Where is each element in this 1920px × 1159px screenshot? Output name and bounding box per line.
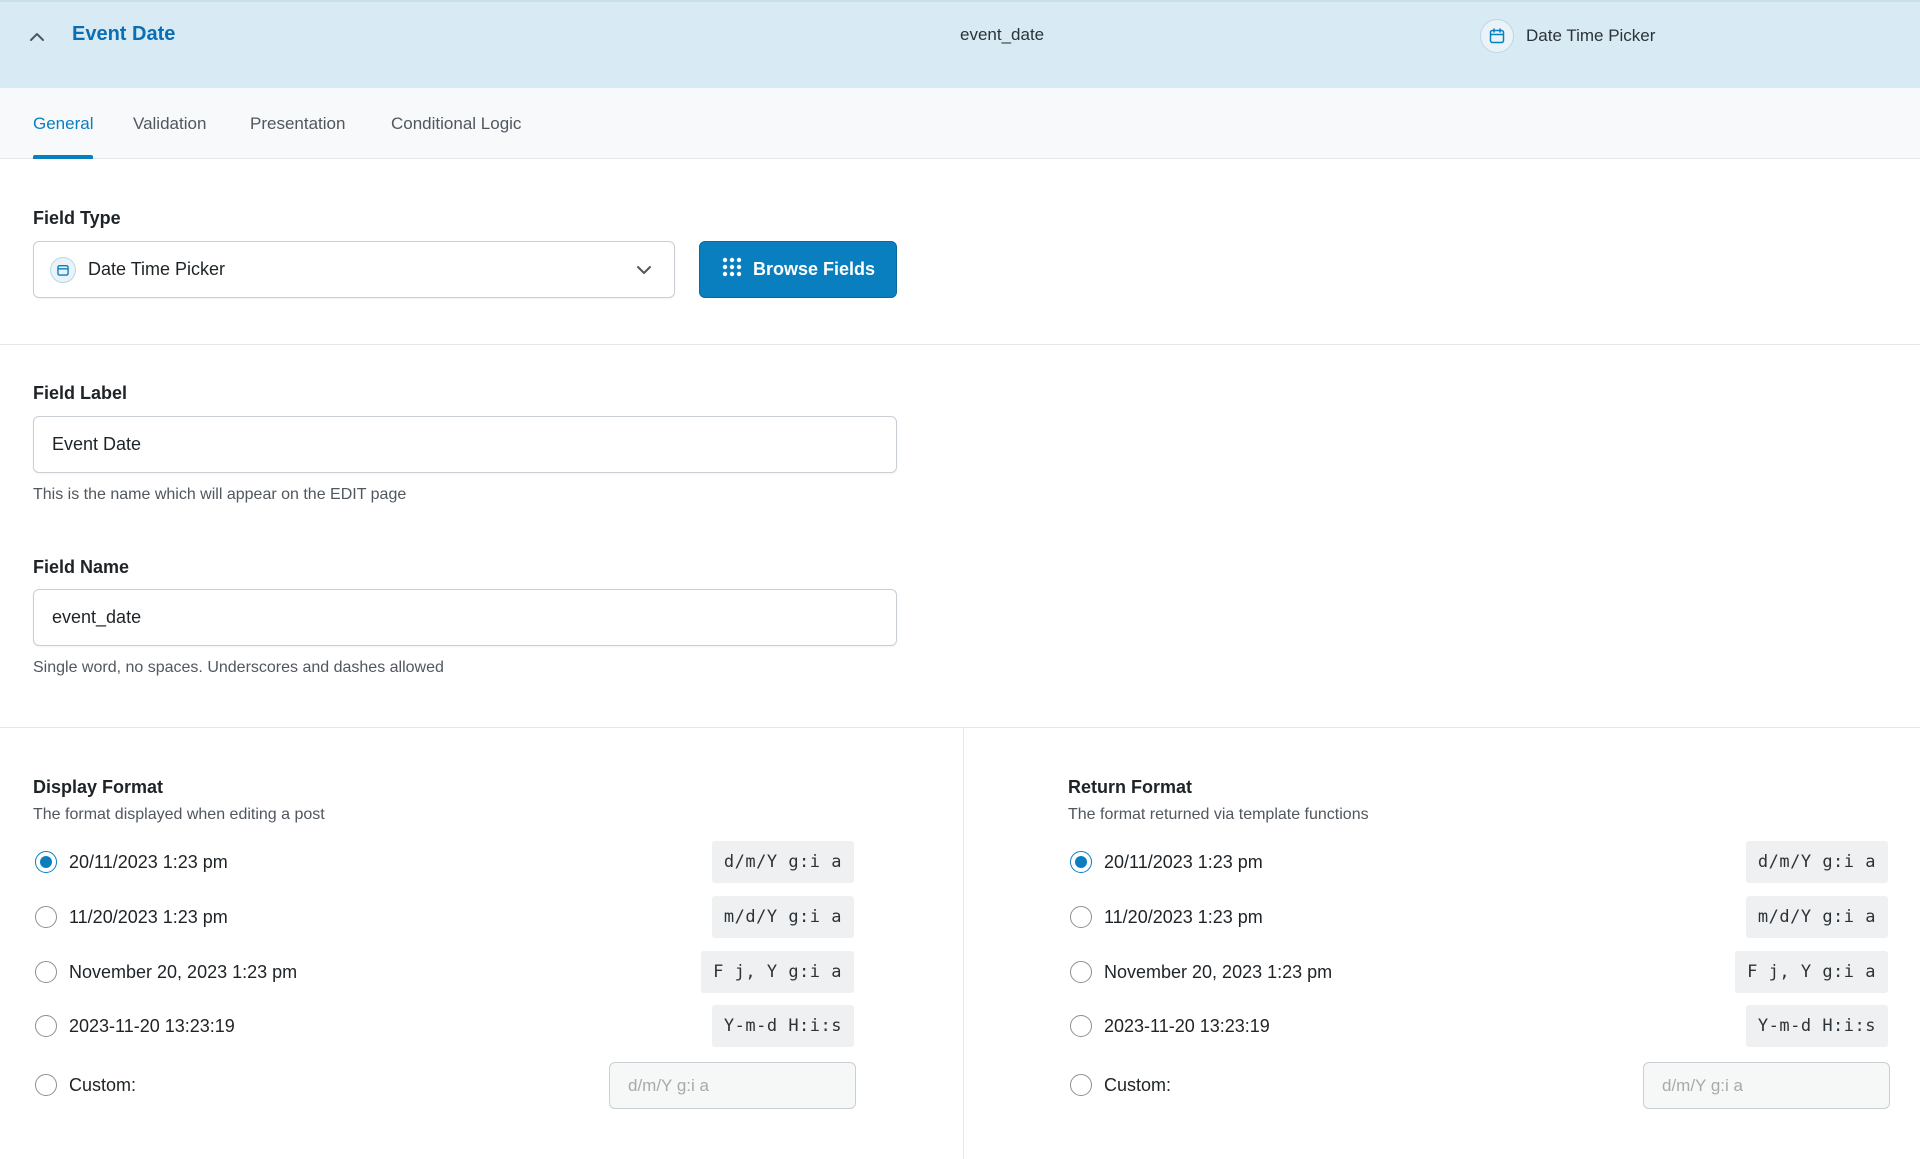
tab-conditional-logic[interactable]: Conditional Logic (391, 88, 521, 159)
return-format-code: d/m/Y g:i a (1745, 841, 1888, 883)
calendar-icon (50, 256, 76, 283)
field-type-select[interactable]: Date Time Picker (33, 241, 675, 298)
display-format-option-label: 11/20/2023 1:23 pm (69, 906, 228, 927)
radio-button[interactable] (1070, 961, 1092, 983)
return-format-option-label: 2023-11-20 13:23:19 (1104, 1015, 1270, 1036)
radio-button[interactable] (35, 906, 57, 928)
field-type-value: Date Time Picker (88, 259, 226, 279)
display-format-instructions: The format displayed when editing a post (33, 806, 325, 823)
field-title[interactable]: Event Date (72, 23, 175, 46)
browse-fields-button[interactable]: Browse Fields (699, 241, 897, 298)
field-name-label: Field Name (33, 557, 130, 577)
browse-fields-label: Browse Fields (752, 259, 876, 279)
return-format-code: Y-m-d H:i:s (1745, 1005, 1888, 1047)
field-key: event_date (960, 25, 1045, 44)
tab-validation[interactable]: Validation (133, 88, 206, 159)
return-format-custom-option[interactable]: Custom: (1070, 1064, 1171, 1106)
display-format-custom-label: Custom: (69, 1074, 137, 1095)
section-divider (0, 727, 1920, 728)
display-format-option-label: 20/11/2023 1:23 pm (69, 851, 228, 872)
radio-button[interactable] (1070, 1074, 1092, 1096)
return-format-option[interactable]: 2023-11-20 13:23:19 (1070, 1005, 1270, 1047)
return-format-option[interactable]: 20/11/2023 1:23 pm (1070, 841, 1263, 883)
display-format-label: Display Format (33, 777, 164, 797)
display-format-option[interactable]: 20/11/2023 1:23 pm (35, 841, 228, 883)
display-format-option-label: November 20, 2023 1:23 pm (69, 961, 298, 982)
tabs-bar: General Validation Presentation Conditio… (0, 88, 1920, 159)
field-type-header-label: Date Time Picker (1526, 26, 1656, 45)
radio-button[interactable] (35, 1074, 57, 1096)
return-format-code: F j, Y g:i a (1735, 951, 1888, 993)
display-format-option-label: 2023-11-20 13:23:19 (69, 1015, 235, 1036)
display-format-code: d/m/Y g:i a (711, 841, 854, 883)
tab-presentation[interactable]: Presentation (250, 88, 345, 159)
calendar-icon (1480, 19, 1514, 53)
chevron-up-icon[interactable] (26, 26, 48, 48)
return-format-label: Return Format (1068, 777, 1193, 797)
display-format-code: Y-m-d H:i:s (711, 1005, 854, 1047)
field-label-instructions: This is the name which will appear on th… (33, 486, 407, 503)
display-format-code: m/d/Y g:i a (711, 896, 854, 938)
tab-general[interactable]: General (33, 88, 94, 159)
return-format-code: m/d/Y g:i a (1745, 896, 1888, 938)
field-label-label: Field Label (33, 383, 128, 403)
radio-button[interactable] (1070, 851, 1092, 873)
display-format-option[interactable]: 2023-11-20 13:23:19 (35, 1005, 235, 1047)
return-format-option-label: 20/11/2023 1:23 pm (1104, 851, 1263, 872)
radio-button[interactable] (35, 1015, 57, 1037)
field-name-instructions: Single word, no spaces. Underscores and … (33, 659, 444, 676)
field-label-input[interactable] (33, 416, 897, 473)
chevron-down-icon (634, 260, 654, 285)
radio-button[interactable] (35, 851, 57, 873)
display-format-option[interactable]: 11/20/2023 1:23 pm (35, 896, 228, 938)
grid-icon (721, 256, 743, 283)
section-divider (0, 344, 1920, 345)
radio-button[interactable] (1070, 1015, 1092, 1037)
column-divider (963, 728, 964, 1159)
return-format-option[interactable]: 11/20/2023 1:23 pm (1070, 896, 1263, 938)
field-header[interactable]: Event Date event_date Date Time Picker (0, 0, 1920, 88)
display-format-custom-option[interactable]: Custom: (35, 1064, 136, 1106)
radio-button[interactable] (1070, 906, 1092, 928)
return-format-custom-input[interactable] (1643, 1062, 1890, 1109)
field-type-label: Field Type (33, 208, 121, 228)
return-format-option-label: November 20, 2023 1:23 pm (1104, 961, 1333, 982)
radio-button[interactable] (35, 961, 57, 983)
return-format-option[interactable]: November 20, 2023 1:23 pm (1070, 951, 1332, 993)
field-type-header: Date Time Picker (1480, 18, 1655, 54)
field-name-input[interactable] (33, 589, 897, 646)
return-format-instructions: The format returned via template functio… (1068, 806, 1369, 823)
return-format-custom-label: Custom: (1104, 1074, 1172, 1095)
display-format-custom-input[interactable] (609, 1062, 856, 1109)
return-format-option-label: 11/20/2023 1:23 pm (1104, 906, 1263, 927)
display-format-option[interactable]: November 20, 2023 1:23 pm (35, 951, 297, 993)
display-format-code: F j, Y g:i a (701, 951, 854, 993)
